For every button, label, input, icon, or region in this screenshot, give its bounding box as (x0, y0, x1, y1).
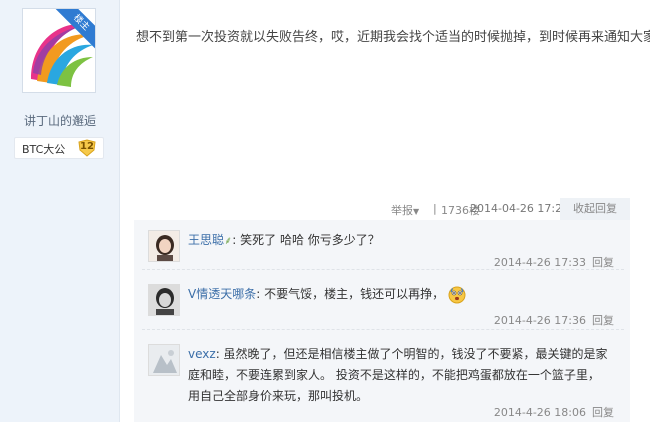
reply-text: : 笑死了 哈哈 你亏多少了？ (232, 233, 380, 247)
reply-item: vexz: 虽然晚了，但还是相信楼主做了个明智的，钱没了不要紧，最关键的是家 庭… (142, 338, 624, 420)
reply-text-row: V情透天哪条: 不要气馁，楼主，钱还可以再挣， (188, 284, 466, 305)
reply-text-row: 王思聪⸙: 笑死了 哈哈 你亏多少了？ (188, 230, 380, 251)
rank-badge[interactable]: BTC大公 12 (14, 137, 104, 159)
collapse-replies-button[interactable]: 收起回复 (560, 198, 630, 220)
shocked-emoji-icon (448, 286, 466, 303)
reply-text-line: vexz: 虽然晚了，但还是相信楼主做了个明智的，钱没了不要紧，最关键的是家 (188, 344, 618, 365)
chevron-down-icon: ▼ (413, 207, 420, 216)
reply-list: 王思聪⸙: 笑死了 哈哈 你亏多少了？ 2014-4-26 17:33 回复 V情… (134, 220, 630, 422)
reply-button[interactable]: 回复 (592, 314, 614, 327)
level-number: 12 (80, 141, 94, 152)
reply-button[interactable]: 回复 (592, 256, 614, 269)
level-shield-icon: 12 (77, 139, 97, 157)
reply-avatar[interactable] (148, 284, 180, 316)
post-date: 2014-04-26 17:26 (470, 202, 570, 215)
report-label: 举报 (391, 204, 413, 217)
avatar[interactable]: 楼主 (22, 8, 96, 93)
reply-item: V情透天哪条: 不要气馁，楼主，钱还可以再挣， 2014-4-26 17:36 回… (142, 278, 624, 330)
reply-text: : 虽然晚了，但还是相信楼主做了个明智的，钱没了不要紧，最关键的是家 (215, 347, 608, 361)
reply-text-line: 庭和睦，不要连累到家人。 投资不是这样的，不能把鸡蛋都放在一个篮子里， (188, 368, 600, 382)
reply-text-block: vexz: 虽然晚了，但还是相信楼主做了个明智的，钱没了不要紧，最关键的是家 庭… (188, 344, 618, 407)
user-sidebar: 楼主 讲丁山的邂逅 BTC大公 12 (0, 0, 120, 422)
poster-username[interactable]: 讲丁山的邂逅 (0, 112, 120, 129)
reply-time: 2014-4-26 17:36 (493, 314, 586, 327)
reply-meta: 2014-4-26 17:36 回复 (494, 312, 614, 328)
post-content: 想不到第一次投资就以失败告终，哎，近期我会找个适当的时候抛掉，到时候再来通知大家 (136, 30, 650, 45)
reply-item: 王思聪⸙: 笑死了 哈哈 你亏多少了？ 2014-4-26 17:33 回复 (142, 224, 624, 270)
reply-time: 2014-4-26 17:33 (493, 256, 586, 269)
reply-username[interactable]: V情透天哪条 (188, 287, 256, 301)
separator: | (433, 202, 437, 215)
report-link[interactable]: 举报▼ (391, 202, 419, 218)
post-actions: 举报▼ | 1736楼 2014-04-26 17:26 收起回复 (120, 198, 630, 220)
reply-button[interactable]: 回复 (592, 406, 614, 419)
reply-avatar[interactable] (148, 344, 180, 376)
reply-text: : 不要气馁，楼主，钱还可以再挣， (256, 287, 445, 301)
reply-meta: 2014-4-26 17:33 回复 (494, 254, 614, 270)
reply-username[interactable]: 王思聪 (188, 233, 224, 247)
rank-label: BTC大公 (22, 143, 66, 156)
reply-username[interactable]: vexz (188, 347, 216, 361)
reply-meta: 2014-4-26 18:06 回复 (494, 404, 614, 420)
reply-time: 2014-4-26 18:06 (493, 406, 586, 419)
reply-avatar[interactable] (148, 230, 180, 262)
